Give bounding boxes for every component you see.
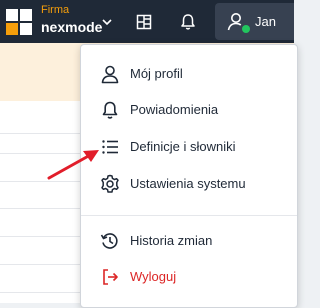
menu-item-label: Ustawienia systemu [130, 176, 246, 191]
menu-item-system-settings[interactable]: Ustawienia systemu [81, 166, 297, 202]
gear-icon [101, 174, 119, 193]
menu-item-label: Historia zmian [130, 233, 213, 248]
online-status-dot [242, 25, 250, 33]
menu-item-notifications[interactable]: Powiadomienia [81, 92, 297, 128]
app-logo[interactable] [6, 9, 32, 35]
chevron-down-icon [102, 18, 112, 25]
logout-icon [103, 269, 118, 285]
user-dropdown-menu: Mój profil Powiadomienia Definicje i sło… [80, 44, 298, 308]
logo-square [6, 23, 18, 35]
menu-item-definitions[interactable]: Definicje i słowniki [81, 129, 297, 165]
logo-square [6, 9, 18, 21]
logo-square [20, 9, 32, 21]
notifications-button[interactable] [176, 0, 200, 43]
bell-icon [102, 101, 118, 119]
logo-square [20, 23, 32, 35]
user-menu-button[interactable]: Jan [215, 3, 294, 40]
top-bar: Firma nexmode Jan [0, 0, 294, 43]
bell-icon [181, 13, 195, 30]
user-name: Jan [255, 14, 276, 29]
menu-item-logout[interactable]: Wyloguj [81, 259, 297, 295]
user-icon [101, 65, 119, 84]
menu-item-change-history[interactable]: Historia zmian [81, 223, 297, 259]
list-icon [102, 140, 118, 154]
menu-item-label: Wyloguj [130, 269, 177, 284]
menu-item-label: Mój profil [130, 66, 183, 81]
company-name[interactable]: nexmode [41, 19, 102, 35]
dashboard-grid-icon [136, 14, 152, 29]
menu-divider [81, 215, 297, 216]
company-switcher-button[interactable] [98, 0, 116, 43]
history-icon [100, 233, 118, 249]
company-label: Firma [41, 4, 70, 16]
annotation-arrow-icon [47, 150, 99, 180]
apps-button[interactable] [133, 0, 155, 43]
menu-item-label: Definicje i słowniki [130, 139, 236, 154]
menu-item-label: Powiadomienia [130, 102, 219, 117]
menu-item-profile[interactable]: Mój profil [81, 56, 297, 92]
